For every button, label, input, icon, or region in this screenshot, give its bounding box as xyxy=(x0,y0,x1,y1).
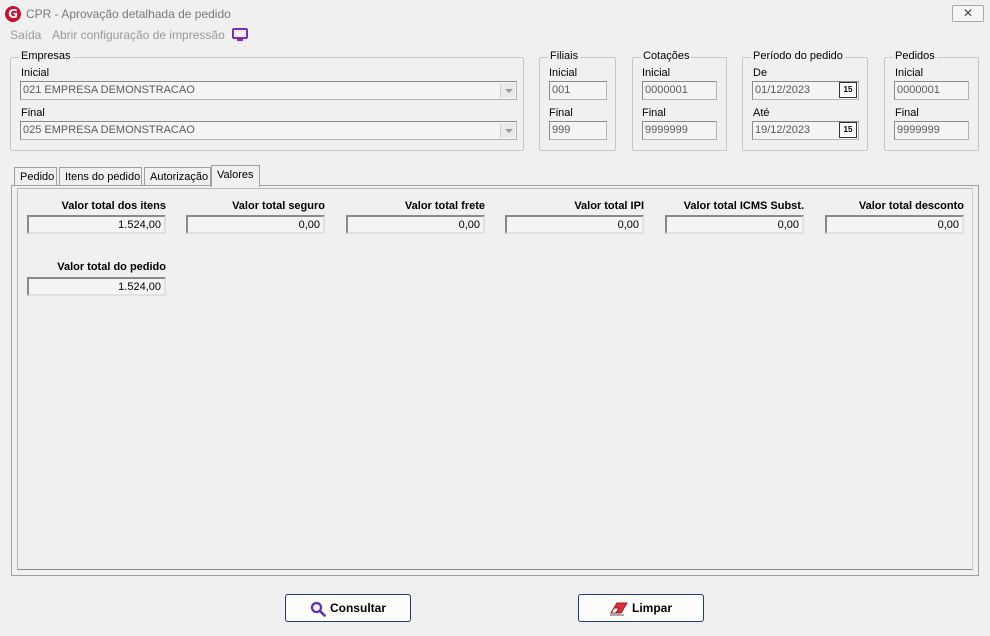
filial-inicial-input[interactable]: 001 xyxy=(549,81,607,100)
empresas-final-label: Final xyxy=(21,107,45,119)
pedidos-initial-label: Inicial xyxy=(895,67,924,79)
valor-total-frete-label: Valor total frete xyxy=(404,200,485,212)
valor-total-desconto-label: Valor total desconto xyxy=(858,200,964,212)
filiais-final-label: Final xyxy=(549,107,573,119)
empresa-inicial-value: 021 EMPRESA DEMONSTRACAO xyxy=(23,84,195,96)
consultar-button[interactable]: Consultar xyxy=(285,594,411,622)
monitor-icon[interactable] xyxy=(232,28,248,42)
search-icon xyxy=(310,601,326,617)
filiais-group-title: Filiais xyxy=(548,50,581,62)
cotacoes-group: Cotações Inicial 0000001 Final 9999999 xyxy=(632,50,727,151)
periodo-group: Período do pedido De 01/12/2023 15 Até 1… xyxy=(742,50,868,151)
consultar-button-label: Consultar xyxy=(329,601,386,615)
valor-total-pedido-label: Valor total do pedido xyxy=(57,261,166,273)
cotacao-final-input[interactable]: 9999999 xyxy=(642,121,717,140)
title-bar: G CPR - Aprovação detalhada de pedido ✕ xyxy=(0,0,990,26)
filiais-group: Filiais Inicial 001 Final 999 xyxy=(539,50,616,151)
pedido-inicial-input[interactable]: 0000001 xyxy=(894,81,969,100)
menu-bar: Saída Abrir configuração de impressão xyxy=(0,26,990,44)
empresas-group: Empresas Inicial 021 EMPRESA DEMONSTRACA… xyxy=(10,50,524,151)
calendar-icon[interactable]: 15 xyxy=(839,82,857,98)
menu-item-abrir-configuracao[interactable]: Abrir configuração de impressão xyxy=(52,28,225,42)
empresa-final-value: 025 EMPRESA DEMONSTRACAO xyxy=(23,124,195,136)
pedidos-group-title: Pedidos xyxy=(893,50,937,62)
limpar-button-label: Limpar xyxy=(631,601,672,615)
cotacoes-group-title: Cotações xyxy=(641,50,692,62)
tab-pedido[interactable]: Pedido xyxy=(14,167,57,186)
filiais-initial-label: Inicial xyxy=(549,67,578,79)
valor-total-seguro-field[interactable]: 0,00 xyxy=(186,215,325,234)
tab-autorizacao[interactable]: Autorização xyxy=(144,167,211,186)
empresas-group-title: Empresas xyxy=(19,50,73,62)
window-title: CPR - Aprovação detalhada de pedido xyxy=(26,7,231,21)
periodo-group-title: Período do pedido xyxy=(751,50,845,62)
valor-total-pedido-field[interactable]: 1.524,00 xyxy=(27,277,166,296)
filial-final-input[interactable]: 999 xyxy=(549,121,607,140)
valor-total-seguro-label: Valor total seguro xyxy=(232,200,325,212)
valor-total-frete-field[interactable]: 0,00 xyxy=(346,215,485,234)
valor-total-desconto-field[interactable]: 0,00 xyxy=(825,215,964,234)
valor-total-icms-subst-field[interactable]: 0,00 xyxy=(665,215,804,234)
data-de-value: 01/12/2023 xyxy=(755,84,811,96)
cotacoes-initial-label: Inicial xyxy=(642,67,671,79)
valores-panel-inner xyxy=(17,188,973,570)
empresa-final-select[interactable]: 025 EMPRESA DEMONSTRACAO xyxy=(20,121,517,140)
periodo-to-label: Até xyxy=(753,107,770,119)
data-ate-value: 19/12/2023 xyxy=(755,124,811,136)
eraser-icon xyxy=(609,602,628,616)
limpar-button[interactable]: Limpar xyxy=(578,594,704,622)
chevron-down-icon[interactable] xyxy=(500,83,515,98)
menu-item-saida[interactable]: Saída xyxy=(10,28,41,42)
app-logo-icon: G xyxy=(5,6,21,22)
tab-valores[interactable]: Valores xyxy=(211,165,260,187)
valores-panel xyxy=(11,185,979,576)
valor-total-ipi-field[interactable]: 0,00 xyxy=(505,215,644,234)
empresas-initial-label: Inicial xyxy=(21,67,50,79)
periodo-from-label: De xyxy=(753,67,768,79)
valor-total-ipi-label: Valor total IPI xyxy=(574,200,644,212)
close-button[interactable]: ✕ xyxy=(952,5,984,22)
valor-total-icms-subst-label: Valor total ICMS Subst. xyxy=(683,200,804,212)
chevron-down-icon[interactable] xyxy=(500,123,515,138)
pedidos-group: Pedidos Inicial 0000001 Final 9999999 xyxy=(884,50,979,151)
cotacao-inicial-input[interactable]: 0000001 xyxy=(642,81,717,100)
cotacoes-final-label: Final xyxy=(642,107,666,119)
pedidos-final-label: Final xyxy=(895,107,919,119)
tab-itens-do-pedido[interactable]: Itens do pedido xyxy=(59,167,142,186)
calendar-icon[interactable]: 15 xyxy=(839,122,857,138)
pedido-final-input[interactable]: 9999999 xyxy=(894,121,969,140)
valor-total-itens-label: Valor total dos itens xyxy=(61,200,166,212)
valor-total-itens-field[interactable]: 1.524,00 xyxy=(27,215,166,234)
empresa-inicial-select[interactable]: 021 EMPRESA DEMONSTRACAO xyxy=(20,81,517,100)
